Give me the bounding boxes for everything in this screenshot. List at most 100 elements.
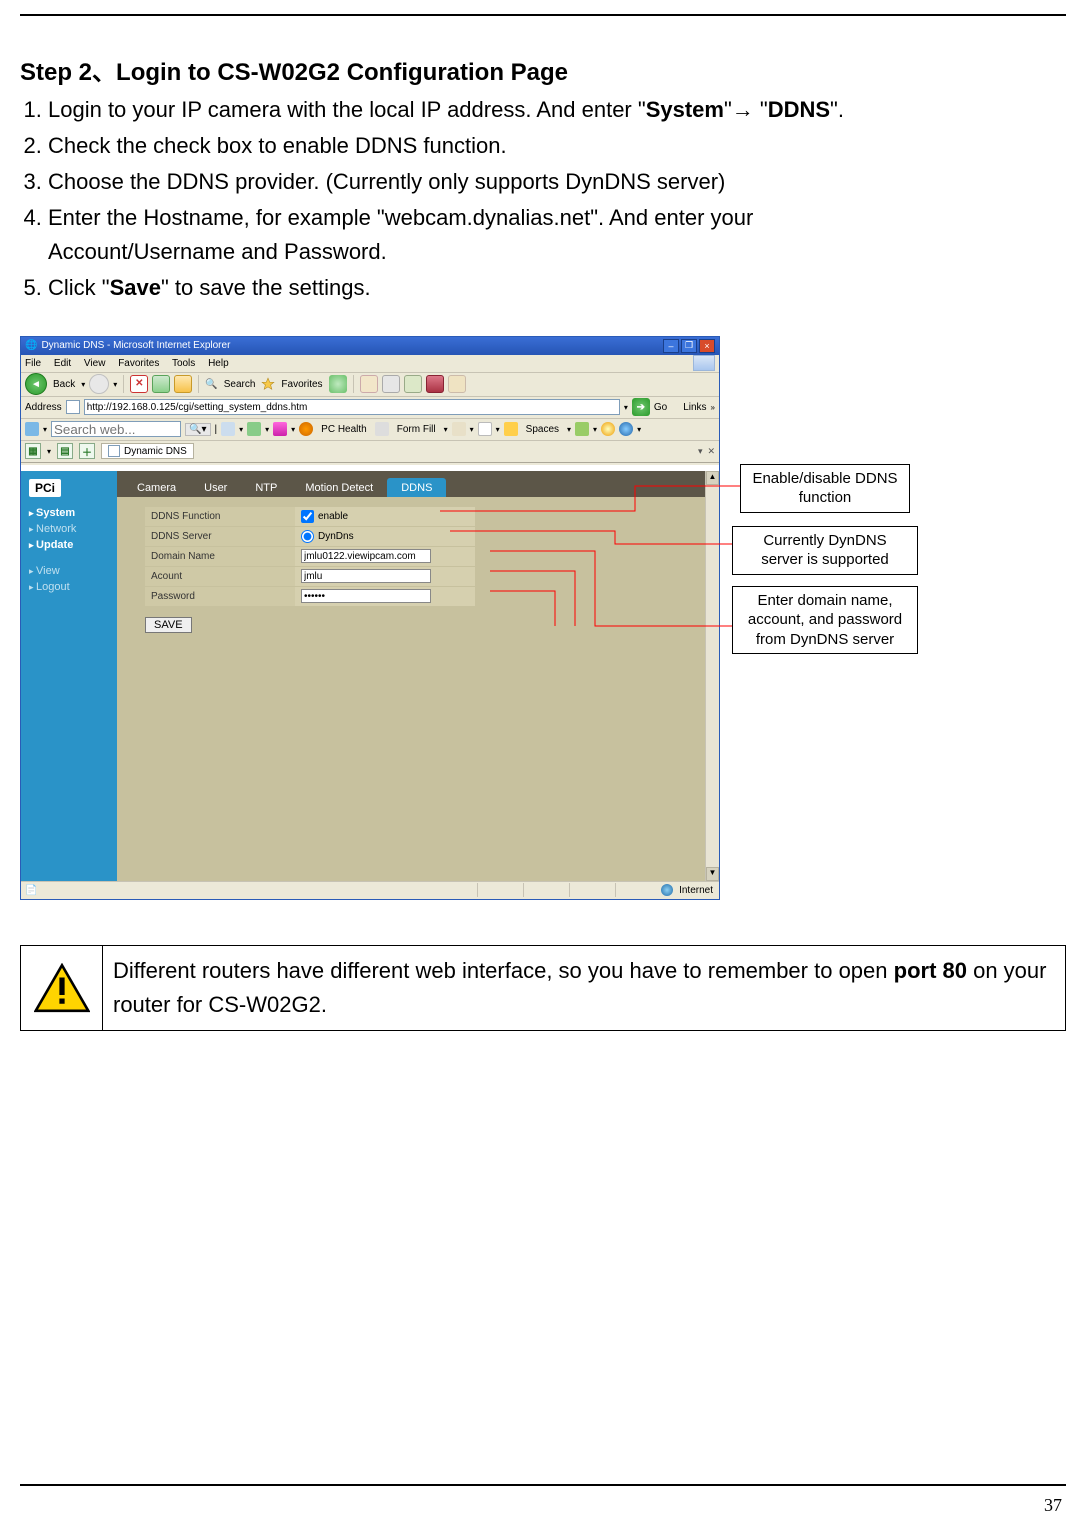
- internet-zone-icon: [661, 884, 673, 896]
- warning-icon: [34, 963, 90, 1013]
- edit-button[interactable]: [404, 375, 422, 393]
- sidebar-item-logout[interactable]: Logout: [29, 581, 109, 593]
- url-input[interactable]: [84, 399, 620, 415]
- tab-manager-button[interactable]: ▤: [57, 443, 73, 459]
- domain-name-input[interactable]: [301, 549, 431, 563]
- page-number: 37: [1044, 1495, 1062, 1516]
- mail-button[interactable]: [360, 375, 378, 393]
- ddns-server-text: DynDns: [318, 531, 354, 542]
- misc-button[interactable]: [448, 375, 466, 393]
- pci-logo: PCi: [29, 479, 61, 497]
- sun-icon[interactable]: [601, 422, 615, 436]
- callout-credentials: Enter domain name, account, and password…: [732, 586, 918, 655]
- favorites-icon: [261, 377, 275, 391]
- print-button[interactable]: [382, 375, 400, 393]
- step5-text-c: " to save the settings.: [161, 275, 371, 300]
- step1-ddns: DDNS: [768, 97, 830, 122]
- menu-edit[interactable]: Edit: [54, 358, 71, 369]
- ddns-form: DDNS Function enable DDNS Server DynDns …: [145, 507, 475, 607]
- back-label: Back: [53, 379, 75, 390]
- maximize-button[interactable]: ❐: [681, 339, 697, 353]
- ddns-server-radio[interactable]: [301, 530, 314, 543]
- messenger-icon[interactable]: [426, 375, 444, 393]
- tab-ntp[interactable]: NTP: [241, 478, 291, 497]
- step1-text-a: Login to your IP camera with the local I…: [48, 97, 646, 122]
- links-label[interactable]: Links: [683, 402, 706, 413]
- step4-text-b: Account/Username and Password.: [48, 235, 1066, 269]
- step5-text-a: Click ": [48, 275, 110, 300]
- tab-motion[interactable]: Motion Detect: [291, 478, 387, 497]
- menu-help[interactable]: Help: [208, 358, 229, 369]
- search-label[interactable]: Search: [224, 379, 256, 390]
- ie-window: 🌐 Dynamic DNS - Microsoft Internet Explo…: [20, 336, 720, 900]
- callout-server: Currently DynDNS server is supported: [732, 526, 918, 575]
- home-button[interactable]: [174, 375, 192, 393]
- scrollbar[interactable]: ▲ ▼: [705, 471, 719, 881]
- ie-icon: 🌐: [25, 340, 37, 351]
- content-area: Step 2、Login to CS-W02G2 Configuration P…: [20, 52, 1066, 956]
- popup-icon[interactable]: [221, 422, 235, 436]
- callout-enable: Enable/disable DDNS function: [740, 464, 910, 513]
- warning-icon-cell: [21, 946, 103, 1030]
- msn-search-input[interactable]: [51, 421, 181, 437]
- tab-title: Dynamic DNS: [124, 446, 187, 457]
- stop-button[interactable]: ✕: [130, 375, 148, 393]
- spaces-label[interactable]: Spaces: [522, 424, 563, 435]
- step1-text-d: ".: [830, 97, 844, 122]
- people-icon[interactable]: [575, 422, 589, 436]
- new-tab-button[interactable]: ＋: [79, 443, 95, 459]
- ddns-enable-text: enable: [318, 511, 348, 522]
- go-button[interactable]: ➔: [632, 398, 650, 416]
- camera-main: Camera User NTP Motion Detect DDNS DDNS …: [117, 471, 719, 881]
- search-icon: 🔍: [205, 379, 217, 390]
- close-button[interactable]: ×: [699, 339, 715, 353]
- save-button[interactable]: SAVE: [145, 617, 192, 633]
- sidebar-item-system[interactable]: System: [29, 507, 109, 519]
- tab-camera[interactable]: Camera: [123, 478, 190, 497]
- envelope-icon[interactable]: [478, 422, 492, 436]
- screenshot: 🌐 Dynamic DNS - Microsoft Internet Explo…: [20, 336, 920, 956]
- favorites-label[interactable]: Favorites: [281, 379, 322, 390]
- ddns-enable-checkbox[interactable]: [301, 510, 314, 523]
- butterfly-icon[interactable]: [273, 422, 287, 436]
- warning-text: Different routers have different web int…: [103, 946, 1065, 1030]
- minimize-button[interactable]: –: [663, 339, 679, 353]
- notes-icon[interactable]: [452, 422, 466, 436]
- browser-tab[interactable]: Dynamic DNS: [101, 443, 194, 459]
- formfill-label[interactable]: Form Fill: [393, 424, 440, 435]
- forward-button[interactable]: [89, 374, 109, 394]
- msn-icon: [25, 422, 39, 436]
- heading-prefix: Step 2: [20, 59, 92, 86]
- menu-view[interactable]: View: [84, 358, 106, 369]
- tab-menu-button[interactable]: ▾ ✕: [698, 446, 715, 457]
- password-input[interactable]: [301, 589, 431, 603]
- menu-file[interactable]: File: [25, 358, 41, 369]
- menu-tools[interactable]: Tools: [172, 358, 195, 369]
- steps-list: Login to your IP camera with the local I…: [20, 93, 1066, 306]
- windows-flag-icon: [693, 355, 715, 371]
- back-button[interactable]: ◄: [25, 373, 47, 395]
- menu-favorites[interactable]: Favorites: [118, 358, 159, 369]
- step5-save: Save: [110, 275, 161, 300]
- tab-user[interactable]: User: [190, 478, 241, 497]
- tab-list-button[interactable]: ▦: [25, 443, 41, 459]
- account-input[interactable]: [301, 569, 431, 583]
- history-button[interactable]: [329, 375, 347, 393]
- refresh-button[interactable]: [152, 375, 170, 393]
- msn-search-button[interactable]: 🔍▾: [185, 423, 210, 436]
- step-2: Check the check box to enable DDNS funct…: [48, 129, 1066, 163]
- help-icon[interactable]: [619, 422, 633, 436]
- sidebar-item-update[interactable]: Update: [29, 539, 109, 551]
- address-label: Address: [25, 402, 62, 413]
- sidebar-item-network[interactable]: Network: [29, 523, 109, 535]
- camera-page: PCi System Network Update View Logout Ca…: [21, 465, 719, 881]
- password-label: Password: [145, 587, 295, 606]
- plus-icon[interactable]: [247, 422, 261, 436]
- pchealth-label[interactable]: PC Health: [317, 424, 371, 435]
- bottom-rule: [20, 1484, 1066, 1486]
- heading-sep: 、: [92, 59, 116, 86]
- sidebar-item-view[interactable]: View: [29, 565, 109, 577]
- tab-bar: ▦ ▾ ▤ ＋ Dynamic DNS ▾ ✕: [21, 441, 719, 463]
- formfill-icon: [375, 422, 389, 436]
- tab-ddns[interactable]: DDNS: [387, 478, 446, 497]
